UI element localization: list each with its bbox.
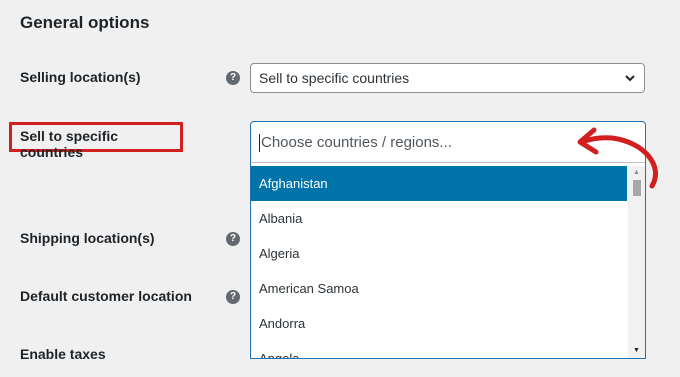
- default-customer-location-label: Default customer location: [20, 288, 192, 304]
- shipping-location-label: Shipping location(s): [20, 230, 155, 246]
- option-angola[interactable]: Angola: [251, 341, 627, 358]
- options-scrollbar[interactable]: ▲ ▼: [628, 166, 645, 358]
- help-icon[interactable]: ?: [226, 232, 240, 246]
- selling-location-label: Selling location(s): [20, 69, 141, 85]
- option-afghanistan[interactable]: Afghanistan: [251, 166, 627, 201]
- selling-location-select[interactable]: Sell to specific countries: [250, 63, 645, 93]
- option-american-samoa[interactable]: American Samoa: [251, 271, 627, 306]
- option-algeria[interactable]: Algeria: [251, 236, 627, 271]
- specific-countries-label: Sell to specific countries: [20, 128, 119, 160]
- highlight-annotation: Sell to specific countries: [9, 122, 183, 160]
- countries-search-placeholder: Choose countries / regions...: [261, 134, 452, 151]
- selling-location-value: Sell to specific countries: [259, 70, 410, 86]
- help-icon[interactable]: ?: [226, 71, 240, 85]
- option-albania[interactable]: Albania: [251, 201, 627, 236]
- chevron-down-icon: [625, 75, 635, 82]
- text-caret: [259, 134, 260, 153]
- scroll-down-icon[interactable]: ▼: [628, 344, 645, 358]
- option-andorra[interactable]: Andorra: [251, 306, 627, 341]
- help-icon[interactable]: ?: [226, 290, 240, 304]
- enable-taxes-label: Enable taxes: [20, 346, 106, 362]
- curved-arrow-icon: [577, 127, 658, 189]
- countries-options-list[interactable]: Afghanistan Albania Algeria American Sam…: [251, 166, 627, 358]
- section-title: General options: [20, 13, 150, 32]
